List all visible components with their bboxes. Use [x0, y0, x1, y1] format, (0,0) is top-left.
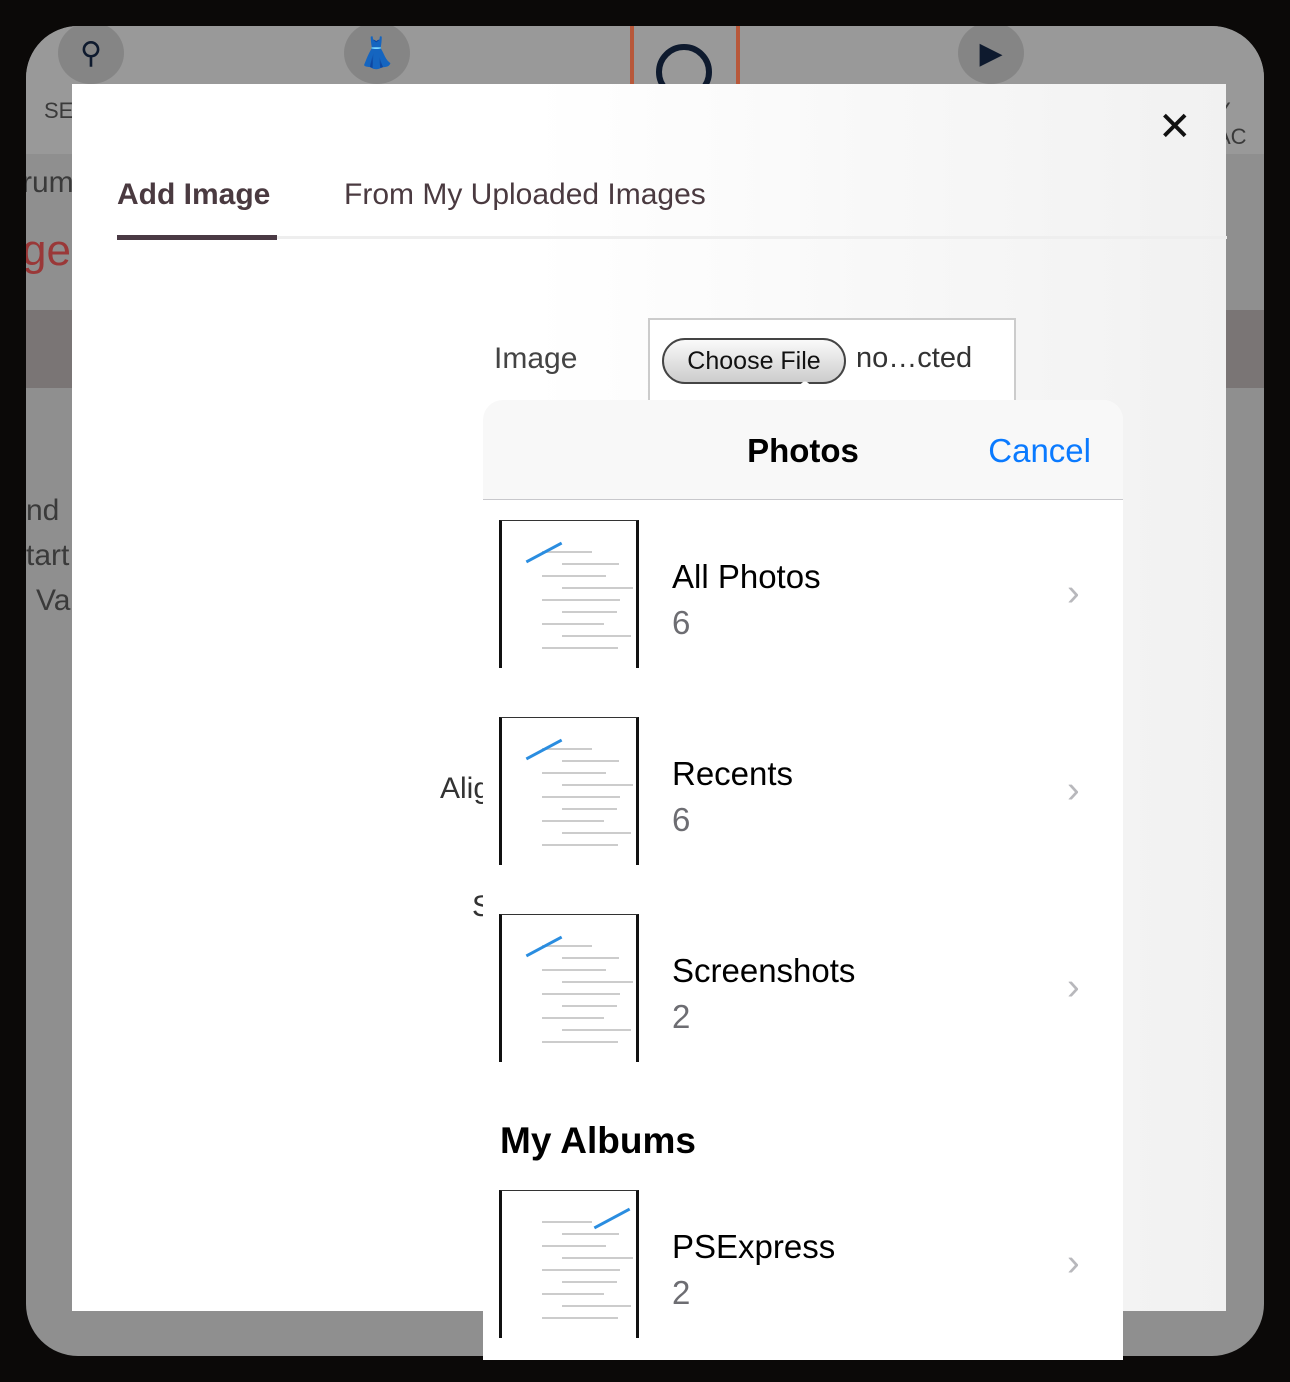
album-thumbnail [499, 717, 639, 865]
chevron-right-icon: › [1067, 966, 1080, 1008]
ring-nav-item[interactable] [630, 26, 740, 100]
bg-text: Va [36, 584, 71, 617]
chevron-right-icon: › [1067, 769, 1080, 811]
choose-file-button[interactable]: Choose File [662, 338, 846, 384]
bg-text: ge [26, 226, 71, 275]
nav-label: SE [44, 98, 74, 123]
album-count: 6 [672, 801, 691, 838]
album-thumbnail [499, 1190, 639, 1338]
album-row[interactable]: Screenshots 2 › [483, 914, 1123, 1064]
search-icon[interactable]: ⚲ [58, 26, 124, 84]
bg-text: rum [26, 166, 74, 199]
chevron-right-icon: › [1067, 572, 1080, 614]
video-icon[interactable]: ▶ [958, 26, 1024, 84]
album-row[interactable]: All Photos 6 › [483, 520, 1123, 670]
album-name: Recents [672, 755, 794, 792]
tab-add-image[interactable]: Add Image [117, 178, 270, 212]
file-status: no…cted [856, 342, 973, 374]
bg-text: tart [26, 539, 70, 572]
photos-picker: Photos Cancel All Photos 6 › Recents 6 ›… [483, 400, 1123, 1360]
close-icon[interactable]: ✕ [1158, 104, 1192, 150]
album-row[interactable]: Recents 6 › [483, 717, 1123, 867]
image-label: Image [494, 342, 578, 375]
album-name: Screenshots [672, 952, 856, 989]
album-count: 2 [672, 998, 691, 1035]
bg-text: nd [26, 494, 60, 527]
tab-from-uploaded[interactable]: From My Uploaded Images [344, 178, 706, 212]
album-thumbnail [499, 520, 639, 668]
album-count: 6 [672, 604, 691, 641]
file-input[interactable]: Choose File no…cted [648, 318, 1016, 402]
active-tab-indicator [117, 235, 277, 240]
album-thumbnail [499, 914, 639, 1062]
my-albums-heading: My Albums [500, 1120, 696, 1161]
picker-header: Photos Cancel [483, 400, 1123, 500]
album-name: PSExpress [672, 1228, 836, 1265]
cancel-button[interactable]: Cancel [988, 432, 1091, 470]
album-name: All Photos [672, 558, 821, 595]
dress-icon[interactable]: 👗 [344, 26, 410, 84]
chevron-right-icon: › [1067, 1242, 1080, 1284]
album-row[interactable]: PSExpress 2 › [483, 1190, 1123, 1340]
album-count: 2 [672, 1274, 691, 1311]
tab-divider [117, 236, 1227, 239]
